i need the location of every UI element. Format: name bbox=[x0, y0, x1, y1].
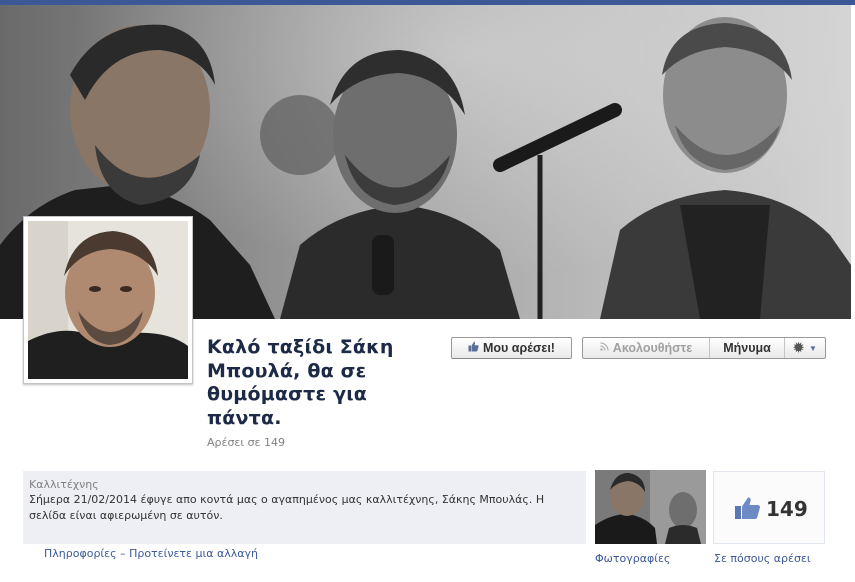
rss-icon bbox=[599, 342, 609, 354]
likes-summary: Αρέσει σε 149 bbox=[207, 436, 285, 449]
about-links: Πληροφορίες – Προτείνετε μια αλλαγή bbox=[44, 547, 258, 560]
profile-picture-image bbox=[28, 221, 188, 379]
gear-icon: ✹ bbox=[793, 340, 804, 355]
link-separator: – bbox=[120, 547, 126, 560]
photos-tile[interactable] bbox=[595, 470, 706, 544]
follow-button[interactable]: Ακολουθήστε bbox=[583, 338, 710, 358]
likes-count: 149 bbox=[766, 497, 808, 521]
page-category: Καλλιτέχνης bbox=[29, 478, 99, 491]
action-button-group: Ακολουθήστε Μήνυμα ✹ ▼ bbox=[582, 337, 826, 359]
about-box: Καλλιτέχνης Σήμερα 21/02/2014 έφυγε απο … bbox=[23, 471, 586, 544]
settings-dropdown-button[interactable]: ✹ ▼ bbox=[785, 338, 825, 358]
photos-thumbnail bbox=[595, 470, 706, 544]
thumbs-up-icon bbox=[734, 496, 761, 524]
likes-tile[interactable]: 149 bbox=[713, 471, 825, 544]
caret-down-icon: ▼ bbox=[808, 343, 817, 353]
page-title: Καλό ταξίδι Σάκη Μπουλά, θα σε θυμόμαστε… bbox=[207, 336, 394, 429]
photos-label[interactable]: Φωτογραφίες bbox=[595, 552, 670, 565]
follow-button-label: Ακολουθήστε bbox=[612, 341, 693, 355]
likes-label[interactable]: Σε πόσους αρέσει bbox=[714, 552, 811, 565]
like-button-label: Μου αρέσει! bbox=[483, 341, 555, 355]
message-button[interactable]: Μήνυμα bbox=[710, 338, 785, 358]
message-button-label: Μήνυμα bbox=[723, 341, 771, 355]
page-description: Σήμερα 21/02/2014 έφυγε απο κοντά μας ο … bbox=[29, 493, 545, 522]
info-link[interactable]: Πληροφορίες bbox=[44, 547, 117, 560]
like-button[interactable]: Μου αρέσει! bbox=[451, 337, 572, 359]
suggest-edit-link[interactable]: Προτείνετε μια αλλαγή bbox=[129, 547, 258, 560]
thumbs-up-icon bbox=[468, 341, 479, 355]
profile-picture[interactable] bbox=[23, 216, 193, 384]
